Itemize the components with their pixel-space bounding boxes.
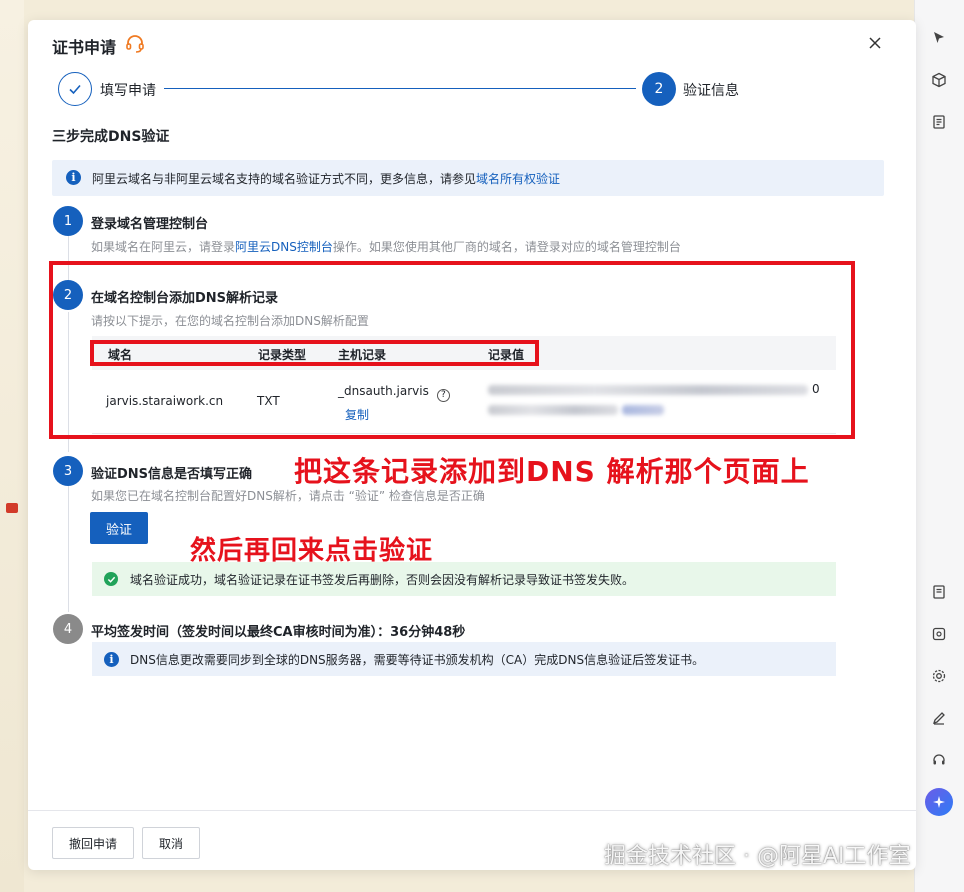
aliyun-dns-console-link[interactable]: 阿里云DNS控制台 [235, 240, 333, 254]
footer-divider [28, 810, 916, 811]
right-tool-rail [914, 0, 964, 892]
step-1-title: 登录域名管理控制台 [91, 217, 209, 232]
info-banner: i 阿里云域名与非阿里云域名支持的域名验证方式不同，更多信息，请参见 域名所有权验… [52, 160, 884, 196]
annotation-text-click-verify: 然后再回来点击验证 [190, 536, 434, 566]
document-icon[interactable] [927, 110, 951, 134]
background-page-left [0, 0, 24, 892]
annotation-box-table-header [90, 340, 539, 366]
step-2-label: 验证信息 [683, 83, 739, 99]
cursor-icon[interactable] [927, 26, 951, 50]
steps-connector [164, 88, 636, 89]
gear-icon[interactable] [927, 664, 951, 688]
background-red-mark [6, 503, 18, 513]
step-4-title: 平均签发时间（签发时间以最终CA审核时间为准）：36分钟48秒 [91, 625, 466, 640]
verify-button[interactable]: 验证 [90, 512, 148, 544]
dialog-title: 证书申请 [52, 38, 117, 57]
success-banner: 域名验证成功，域名验证记录在证书签发后再删除，否则会因没有解析记录导致证书签发失… [92, 562, 836, 596]
step-1-label: 填写申请 [100, 83, 156, 99]
success-check-icon [104, 572, 118, 586]
step-3-number: 3 [53, 456, 83, 486]
step-1-done-indicator [58, 72, 92, 106]
step-3-title: 验证DNS信息是否填写正确 [91, 467, 253, 482]
check-icon [69, 84, 81, 95]
edit-icon[interactable] [927, 706, 951, 730]
info-text: 阿里云域名与非阿里云域名支持的域名验证方式不同，更多信息，请参见 [92, 171, 477, 186]
step-2-indicator: 2 [642, 72, 676, 106]
domain-ownership-link[interactable]: 域名所有权验证 [476, 170, 560, 187]
section-title: 三步完成DNS验证 [52, 129, 170, 145]
certificate-application-dialog: 证书申请 填写申请 2 验证信息 三步完成DNS验证 i 阿里云域名与非阿里云域… [28, 20, 916, 870]
cube-icon[interactable] [927, 68, 951, 92]
close-icon[interactable] [866, 34, 884, 52]
headset-support-icon[interactable] [124, 33, 146, 55]
info-icon: i [104, 652, 119, 667]
withdraw-application-button[interactable]: 撤回申请 [52, 827, 134, 859]
watermark: 掘金技术社区 · @阿星AI工作室 [604, 844, 911, 869]
dns-sync-note: i DNS信息更改需要同步到全球的DNS服务器，需要等待证书颁发机构（CA）完成… [92, 642, 836, 676]
step-1-desc-post: 操作。如果您使用其他厂商的域名，请登录对应的域名管理控制台 [332, 240, 681, 254]
step-1-number: 1 [53, 206, 83, 236]
settings-doc-icon[interactable] [927, 622, 951, 646]
notes-icon[interactable] [927, 580, 951, 604]
step-connector-3 [68, 486, 69, 612]
success-text: 域名验证成功，域名验证记录在证书签发后再删除，否则会因没有解析记录导致证书签发失… [130, 572, 635, 587]
dns-sync-note-text: DNS信息更改需要同步到全球的DNS服务器，需要等待证书颁发机构（CA）完成DN… [130, 652, 705, 667]
info-icon: i [66, 170, 81, 185]
step-1-desc-pre: 如果域名在阿里云，请登录 [91, 240, 236, 254]
headset-icon[interactable] [927, 748, 951, 772]
step-1-description: 如果域名在阿里云，请登录阿里云DNS控制台操作。如果您使用其他厂商的域名，请登录… [91, 238, 681, 255]
cancel-button[interactable]: 取消 [142, 827, 200, 859]
annotation-text-add-record: 把这条记录添加到DNS 解析那个页面上 [294, 455, 810, 488]
ai-assistant-icon[interactable] [925, 788, 953, 816]
step-4-number: 4 [53, 614, 83, 644]
